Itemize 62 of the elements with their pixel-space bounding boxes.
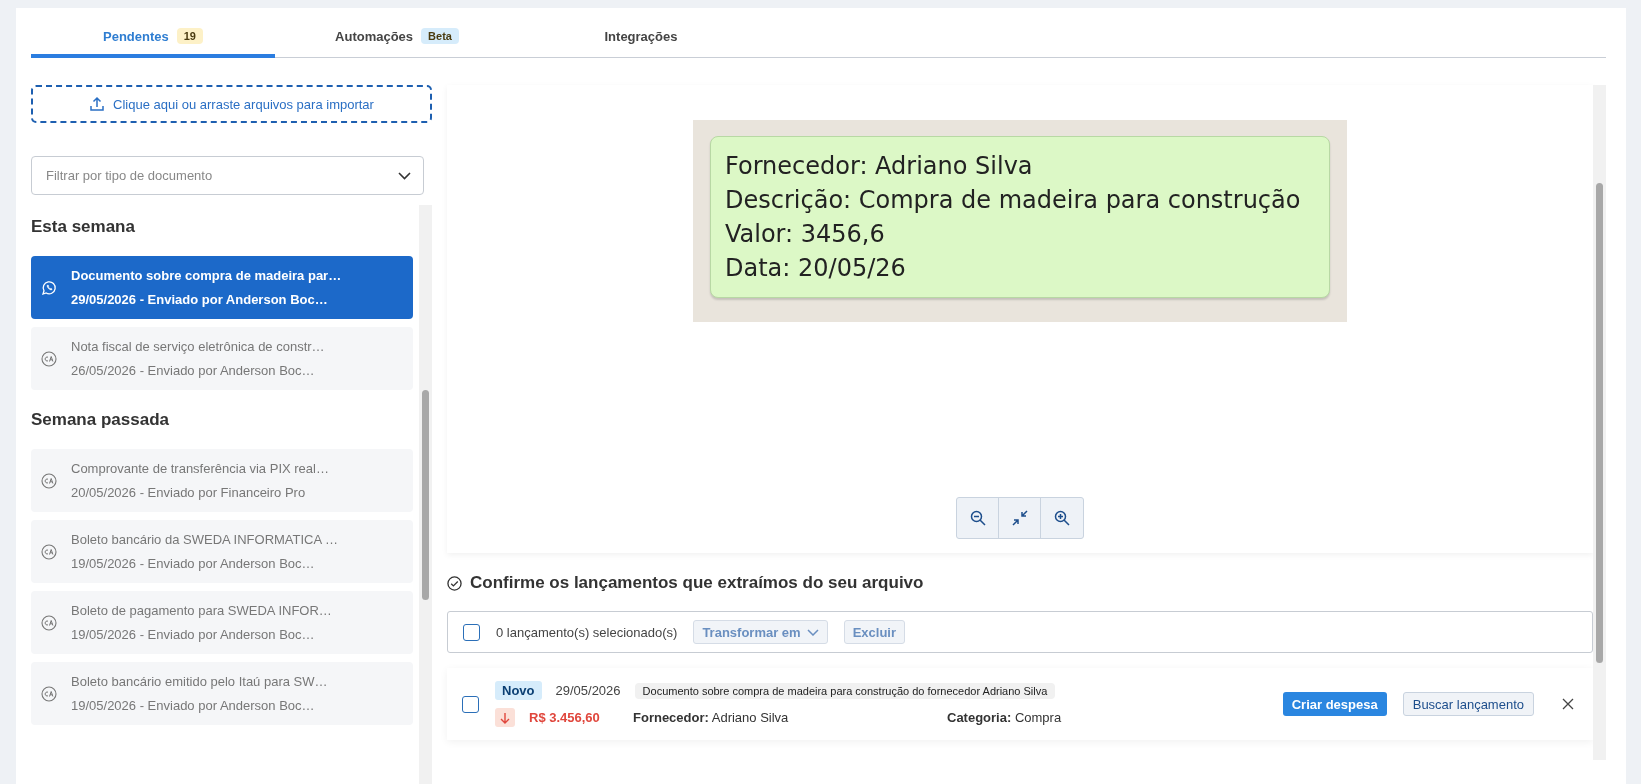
collapse-arrows-icon [1011,510,1028,526]
zoom-in-icon [1054,510,1070,526]
entry-description: Documento sobre compra de madeira para construção do fornecedor Adriano Silva [634,682,1056,699]
tab[interactable]: Pendentes 19 [31,8,275,58]
upload-button[interactable]: Clique aqui ou arraste arquivos para importar [31,85,432,123]
message-line: Fornecedor: Adriano Silva [725,151,1034,182]
group-title: Esta semana [31,217,136,237]
document-title: Boleto bancário da SWEDA INFORMATICA … [71,532,339,547]
supplier-field: Fornecedor: Adriano Silva [633,710,933,725]
arrow-down-icon [495,708,515,727]
message-line: Data: 20/05/26 [725,253,907,284]
document-subtitle: 19/05/2026 - Enviado por Anderson Boc… [71,627,316,642]
document-title: Boleto de pagamento para SWEDA INFOR… [71,603,332,618]
document-item[interactable]: Boleto de pagamento para SWEDA INFOR… 19/05/2026 - Enviado por Anderson Boc… [31,591,413,654]
close-icon [1562,698,1574,710]
document-item[interactable]: Nota fiscal de serviço eletrônica de constr… 26/05/2026 - Enviado por Anderson Boc… [31,327,413,390]
ca-icon [41,472,57,489]
document-subtitle: 20/05/2026 - Enviado por Financeiro Pro [71,485,307,500]
delete-button[interactable]: Excluir [843,620,905,644]
message-line: Descrição: Compra de madeira para construção [725,185,1302,216]
scrollbar[interactable] [419,205,432,784]
chat-bubble-icon [41,279,57,296]
tab-badge: 19 [176,28,203,44]
status-badge: Novo [495,681,542,700]
message-line: Valor: 3456,6 [725,219,886,250]
ca-icon [41,350,57,367]
filter-dropdown[interactable]: Filtrar por tipo de documento [31,156,424,195]
chevron-down-icon [398,171,411,180]
document-item[interactable]: Boleto bancário da SWEDA INFORMATICA … 19/05/2026 - Enviado por Anderson Boc… [31,520,413,583]
select-all-checkbox[interactable] [463,623,480,641]
document-subtitle: 29/05/2026 - Enviado por Anderson Boc… [71,292,329,307]
entry-amount: R$ 3.456,60 [529,710,601,725]
search-entry-button[interactable]: Buscar lançamento [1402,692,1534,716]
document-title: Boleto bancário emitido pelo Itaú para SW… [71,674,328,689]
document-title: Nota fiscal de serviço eletrônica de constr… [71,339,325,354]
document-subtitle: 19/05/2026 - Enviado por Anderson Boc… [71,556,316,571]
group-title: Semana passada [31,410,170,430]
document-item[interactable]: Documento sobre compra de madeira par… 29/05/2026 - Enviado por Anderson Boc… [31,256,413,319]
document-item[interactable]: Comprovante de transferência via PIX real… 20/05/2026 - Enviado por Financeiro Pro [31,449,413,512]
entry-date: 29/05/2026 [555,683,621,698]
entry-checkbox[interactable] [462,695,479,713]
document-title: Comprovante de transferência via PIX real… [71,461,329,476]
tab[interactable]: Integrações [519,8,763,58]
document-subtitle: 19/05/2026 - Enviado por Anderson Boc… [71,698,316,713]
document-subtitle: 26/05/2026 - Enviado por Anderson Boc… [71,363,316,378]
ca-icon [41,614,57,631]
tab[interactable]: Automações Beta [275,8,519,58]
create-expense-button[interactable]: Criar despesa [1282,692,1387,716]
transform-button[interactable]: Transformar em [693,620,828,644]
scrollbar[interactable] [1593,85,1606,760]
upload-icon [89,96,106,112]
check-circle-icon [447,575,462,591]
document-title: Documento sobre compra de madeira par… [71,268,342,283]
category-field: Categoria: Compra [947,710,1247,725]
tab-badge: Beta [421,28,459,44]
zoom-out-icon [969,510,986,526]
section-heading: Confirme os lançamentos que extraímos do seu arquivo [470,573,924,593]
chevron-down-icon [806,628,819,636]
ca-icon [41,685,57,702]
document-item[interactable]: Boleto bancário emitido pelo Itaú para SW… 19/05/2026 - Enviado por Anderson Boc… [31,662,413,725]
ca-icon [41,543,57,560]
selection-count: 0 lançamento(s) selecionado(s) [496,624,678,640]
